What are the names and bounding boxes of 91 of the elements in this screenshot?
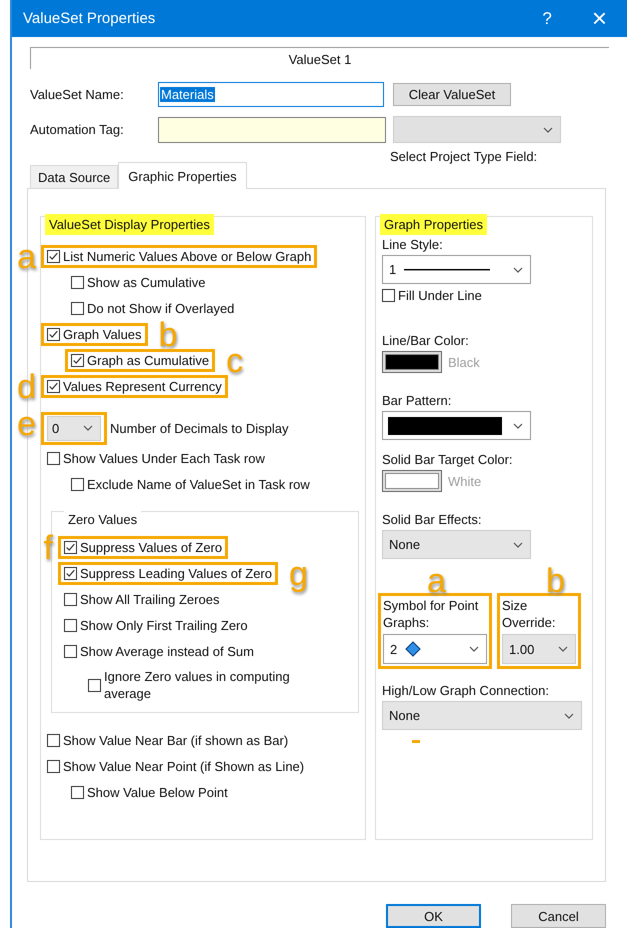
group-title: Graph Properties (380, 214, 487, 235)
checkbox[interactable] (71, 276, 84, 288)
checkbox-label[interactable]: Graph Values (63, 326, 142, 342)
dropdown-label: Number of Decimals to Display (110, 420, 288, 436)
checkbox-label[interactable]: Exclude Name of ValueSet in Task row (87, 476, 310, 492)
dropdown[interactable]: 2 (383, 634, 487, 664)
tab[interactable]: Graphic Properties (118, 162, 247, 189)
checkbox-label[interactable]: Do not Show if Overlayed (87, 300, 234, 316)
color-name: Black (448, 354, 480, 370)
help-button[interactable]: ? (542, 8, 552, 28)
field-label: Line/Bar Color: (382, 333, 470, 348)
callout-letter: b (158, 320, 178, 350)
checkbox-label[interactable]: Values Represent Currency (63, 378, 222, 394)
checkbox-label[interactable]: Show Value Near Bar (if shown as Bar) (63, 732, 288, 748)
clear-valueset-button[interactable]: Clear ValueSet (393, 83, 511, 106)
window-title: ValueSet Properties (23, 10, 156, 27)
callout-letter: a (17, 242, 36, 272)
checkbox-label[interactable]: Show Value Below Point (87, 784, 228, 800)
color-swatch[interactable] (382, 351, 442, 373)
dash-mark (412, 740, 420, 743)
checkbox[interactable] (71, 302, 84, 314)
dropdown[interactable]: None (382, 530, 531, 559)
checkbox-label[interactable]: Suppress Values of Zero (80, 540, 222, 554)
name-field[interactable]: Materials (158, 82, 384, 107)
checkbox-label[interactable]: Graph as Cumulative (87, 352, 210, 368)
dialog-button[interactable]: OK (386, 904, 481, 928)
checkbox[interactable] (47, 380, 60, 392)
checkbox[interactable] (47, 250, 60, 262)
callout-letter: e (17, 408, 36, 438)
checkbox[interactable] (47, 328, 60, 340)
chevron-icon (83, 425, 93, 431)
checkbox-label[interactable]: Suppress Leading Values of Zero (80, 566, 272, 580)
valueset-header: ValueSet 1 (30, 47, 609, 69)
dropdown[interactable]: None (382, 701, 582, 730)
checkbox-label[interactable]: Show Values Under Each Task row (63, 450, 265, 466)
callout-letter: d (17, 372, 36, 402)
close-button[interactable]: × (592, 3, 607, 34)
chevron-icon (513, 542, 523, 548)
field-label: Solid Bar Effects: (382, 512, 482, 527)
dropdown[interactable]: 1 (382, 255, 531, 284)
checkbox[interactable] (47, 760, 60, 772)
dropdown[interactable]: 1.00 (502, 634, 576, 664)
field-label: Solid Bar Target Color: (382, 452, 514, 467)
checkbox[interactable] (64, 540, 77, 554)
color-swatch[interactable] (382, 470, 442, 492)
checkbox[interactable] (64, 566, 77, 580)
checkbox[interactable] (71, 354, 84, 366)
checkbox[interactable] (64, 644, 77, 658)
checkbox[interactable] (88, 678, 101, 692)
checkbox[interactable] (47, 452, 60, 464)
checkbox-label[interactable]: Show Value Near Point (if Shown as Line) (63, 758, 304, 774)
chevron-icon (513, 422, 523, 428)
field-label: Select Project Type Field: (390, 148, 538, 164)
checkbox[interactable] (382, 289, 395, 302)
chevron-icon (513, 266, 523, 272)
field-label: High/Low Graph Connection: (382, 683, 550, 698)
checkbox[interactable] (64, 618, 77, 632)
chevron-icon (543, 126, 553, 132)
chevron-icon (558, 646, 568, 652)
callout-letter: f (44, 532, 53, 562)
callout-letter: a (427, 566, 446, 596)
group-title: ValueSet Display Properties (45, 214, 214, 235)
tab[interactable]: Data Source (30, 165, 118, 188)
checkbox-label[interactable]: Show Only First Trailing Zero (80, 618, 248, 632)
checkbox[interactable] (71, 478, 84, 490)
field-label: Automation Tag: (30, 122, 125, 137)
dialog-button[interactable]: Cancel (511, 904, 606, 928)
dropdown[interactable] (382, 411, 531, 440)
callout-letter: b (546, 566, 565, 596)
checkbox-label[interactable]: Ignore Zero values in computing average (104, 668, 304, 702)
callout-letter: c (225, 346, 244, 376)
checkbox-label[interactable]: List Numeric Values Above or Below Graph (63, 248, 312, 264)
chevron-icon (469, 646, 479, 652)
color-name: White (448, 474, 482, 488)
checkbox-label[interactable]: Show Average instead of Sum (80, 644, 254, 658)
field-label: Line Style: (382, 237, 444, 252)
automation-tag-field[interactable] (158, 116, 386, 142)
field-label: Bar Pattern: (382, 393, 452, 408)
line-style-icon (404, 268, 490, 270)
field-label: ValueSet Name: (30, 87, 125, 102)
decimals-dropdown[interactable]: 0 (47, 416, 101, 440)
chevron-icon (564, 712, 574, 718)
checkbox[interactable] (71, 786, 84, 798)
checkbox[interactable] (47, 734, 60, 746)
field-label: Symbol for Point Graphs: (383, 597, 480, 631)
checkbox-label[interactable]: Show as Cumulative (87, 274, 206, 290)
diamond-icon (405, 641, 422, 657)
checkbox-label[interactable]: Show All Trailing Zeroes (80, 592, 220, 606)
field-label: Size Override: (502, 597, 556, 631)
checkbox[interactable] (64, 592, 77, 606)
checkbox-label[interactable]: Fill Under Line (398, 288, 482, 303)
